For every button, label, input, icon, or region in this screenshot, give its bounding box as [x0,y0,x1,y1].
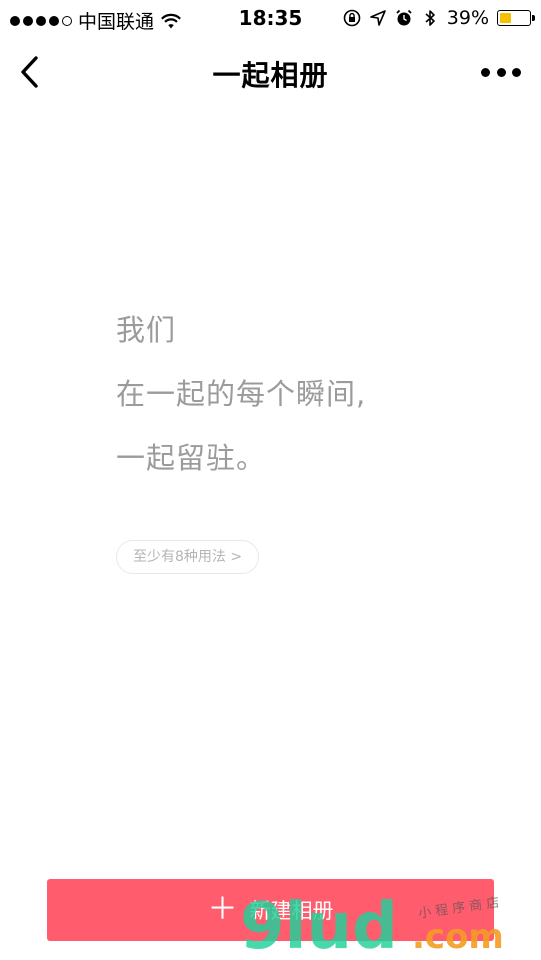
create-album-button[interactable]: ＋ 新建相册 [47,879,494,941]
more-dot [496,67,506,77]
bluetooth-icon [425,10,435,26]
battery-cap [532,15,535,21]
intro-line-2: 在一起的每个瞬间, [116,377,367,411]
create-album-label: 新建相册 [249,899,334,923]
orientation-lock-icon [343,9,361,27]
nav-bar: 一起相册 [0,36,541,108]
intro-line-3: 一起留驻。 [116,441,267,475]
battery-percent: 39% [446,7,489,29]
more-dot [512,67,521,77]
battery-fill [500,13,511,23]
status-bar: 中国联通 18:35 39% [0,0,541,36]
location-icon [369,10,386,26]
usage-link[interactable]: 至少有8种用法 > [116,540,260,574]
intro-line-1: 我们 [116,313,177,347]
page-title: 一起相册 [212,59,329,92]
plus-icon: ＋ [207,892,238,927]
more-dots-icon [481,67,490,77]
battery-icon [497,10,535,26]
status-right: 39% [343,7,535,29]
intro-text: 我们 在一起的每个瞬间, 一起留驻。 [116,298,366,490]
alarm-icon [396,9,412,26]
more-button[interactable] [481,62,521,82]
